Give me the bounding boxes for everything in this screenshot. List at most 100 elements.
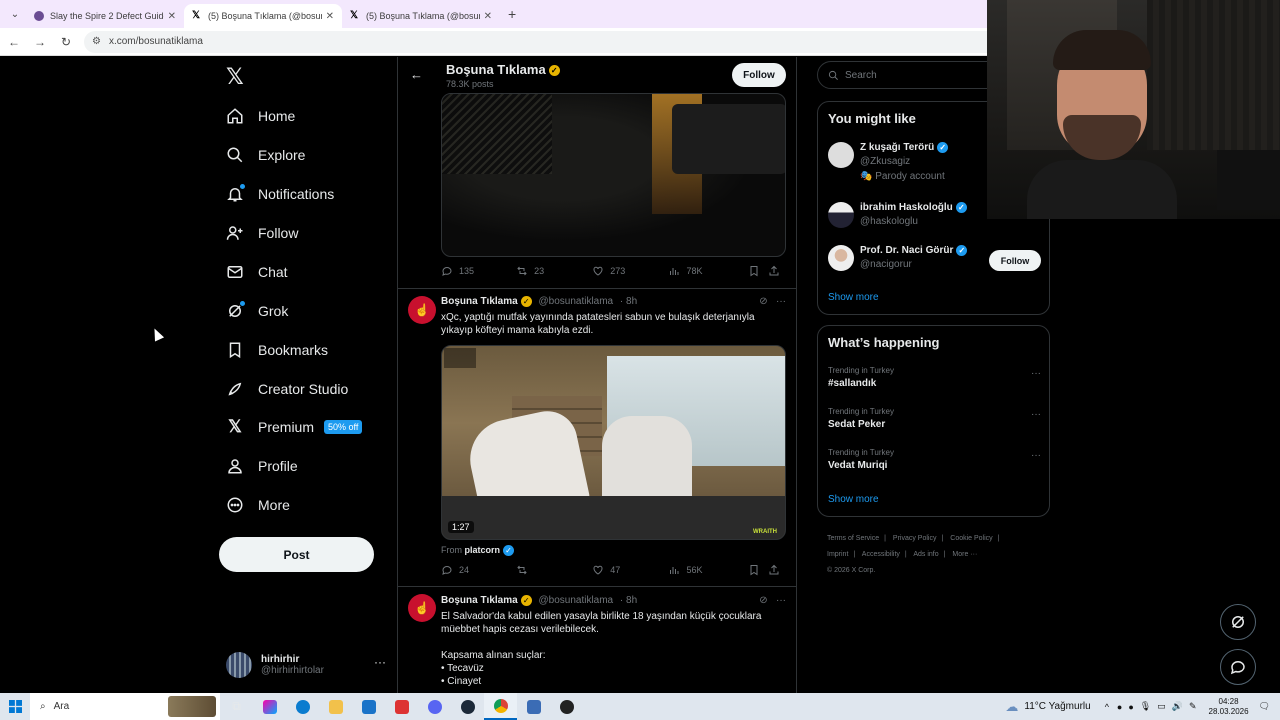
steam-icon[interactable] <box>451 693 484 720</box>
views-button[interactable]: 78K <box>668 265 748 277</box>
tweet-author-name[interactable]: Boşuna Tıklama <box>441 296 518 307</box>
footer-link[interactable]: Accessibility <box>862 551 900 558</box>
share-button[interactable] <box>768 564 786 576</box>
avatar <box>828 142 854 168</box>
x-logo-icon[interactable]: 𝕏 <box>226 65 244 90</box>
close-tab-icon[interactable]: ✕ <box>484 11 492 22</box>
store-icon[interactable] <box>385 693 418 720</box>
task-view-icon[interactable]: ⧉ <box>220 693 253 720</box>
nav-bookmarks[interactable]: Bookmarks <box>226 335 328 365</box>
obs-icon[interactable] <box>550 693 583 720</box>
more-dots-icon[interactable]: ··· <box>1031 368 1041 379</box>
site-info-icon[interactable]: ⚙ <box>92 36 101 47</box>
forward-icon[interactable]: → <box>28 35 52 49</box>
follow-button[interactable]: Follow <box>732 63 786 87</box>
repost-button[interactable]: 23 <box>516 265 592 277</box>
show-more-link[interactable]: Show more <box>828 494 879 505</box>
nav-follow[interactable]: Follow <box>226 218 298 248</box>
reply-button[interactable]: 135 <box>441 265 516 277</box>
browser-tab-active[interactable]: 𝕏 (5) Boşuna Tıklama (@bosunati... ✕ <box>184 4 342 28</box>
footer-link[interactable]: Ads info <box>913 551 938 558</box>
follow-button[interactable]: Follow <box>989 250 1041 271</box>
speaker-icon[interactable]: 🔊 <box>1172 701 1183 712</box>
weather-widget[interactable]: ☁ 11°C Yağmurlu <box>1005 699 1090 715</box>
nav-grok[interactable]: Grok <box>226 296 288 326</box>
windows-start-icon[interactable] <box>0 693 30 720</box>
tray-app-icon[interactable]: ● <box>1128 702 1133 712</box>
nav-creator-studio[interactable]: Creator Studio <box>226 374 348 404</box>
footer-link[interactable]: Imprint <box>827 551 848 558</box>
like-button[interactable]: 273 <box>592 265 668 277</box>
microphone-icon[interactable]: 🎙 <box>1140 701 1151 712</box>
edge-icon[interactable] <box>286 693 319 720</box>
chrome-icon[interactable] <box>484 693 517 720</box>
more-dots-icon[interactable]: ··· <box>1031 409 1041 420</box>
account-switcher[interactable]: hirhirhir @hirhirhirtolar ··· <box>226 647 386 683</box>
nav-explore[interactable]: Explore <box>226 140 305 170</box>
reload-icon[interactable]: ↻ <box>54 35 78 49</box>
back-arrow-icon[interactable]: ← <box>410 67 423 82</box>
grok-floating-button[interactable] <box>1220 604 1256 640</box>
more-dots-icon[interactable]: ··· <box>1031 450 1041 461</box>
browser-tab[interactable]: 𝕏 (5) Boşuna Tıklama (@bosunati... ✕ <box>342 4 500 28</box>
trend-item[interactable]: Trending in Turkey #sallandık ··· <box>828 366 1041 389</box>
nav-home[interactable]: Home <box>226 101 295 131</box>
trend-item[interactable]: Trending in Turkey Vedat Muriqi ··· <box>828 448 1041 471</box>
copilot-icon[interactable] <box>253 693 286 720</box>
footer-link[interactable]: More ··· <box>952 551 977 558</box>
game-launcher-icon[interactable] <box>517 693 550 720</box>
more-dots-icon[interactable]: ··· <box>374 655 386 669</box>
more-dots-icon[interactable]: ··· <box>776 595 786 606</box>
avatar[interactable]: ☝ <box>408 296 436 324</box>
footer-link[interactable]: Privacy Policy <box>893 535 937 542</box>
tweet-author-name[interactable]: Boşuna Tıklama <box>441 595 518 606</box>
grok-icon[interactable]: ⊘ <box>759 296 767 307</box>
taskbar-clock[interactable]: 04:28 28.03.2026 <box>1209 697 1249 717</box>
file-explorer-icon[interactable] <box>319 693 352 720</box>
address-bar[interactable]: ⚙ x.com/bosunatiklama <box>84 30 1064 53</box>
tweet-author-handle[interactable]: @bosunatiklama <box>538 595 613 606</box>
close-tab-icon[interactable]: ✕ <box>326 11 334 22</box>
notification-center-icon[interactable]: 🗨 <box>1259 701 1270 712</box>
tweet-time[interactable]: · 8h <box>620 595 637 606</box>
chevron-up-icon[interactable]: ^ <box>1105 702 1109 712</box>
tweet-author-handle[interactable]: @bosunatiklama <box>538 296 613 307</box>
repost-button[interactable] <box>516 564 592 576</box>
post-button[interactable]: Post <box>219 537 374 572</box>
share-button[interactable] <box>768 265 786 277</box>
network-icon[interactable]: ▭ <box>1157 701 1166 712</box>
tweet-media-image[interactable] <box>441 93 786 257</box>
nav-chat[interactable]: Chat <box>226 257 288 287</box>
discord-icon[interactable] <box>418 693 451 720</box>
avatar[interactable]: ☝ <box>408 594 436 622</box>
tray-app-icon[interactable]: ● <box>1117 702 1122 712</box>
suggested-account[interactable]: Prof. Dr. Naci Görür ✓ @nacigorur Follow <box>828 245 1041 285</box>
taskbar-search[interactable]: ⌕ Ara <box>30 693 220 720</box>
bookmark-button[interactable] <box>748 265 768 277</box>
bookmark-button[interactable] <box>748 564 768 576</box>
grok-icon[interactable]: ⊘ <box>759 595 767 606</box>
tweet-time[interactable]: · 8h <box>620 296 637 307</box>
nav-notifications[interactable]: Notifications <box>226 179 334 209</box>
more-dots-icon[interactable]: ··· <box>776 296 786 307</box>
show-more-link[interactable]: Show more <box>828 292 879 303</box>
new-tab-icon[interactable]: + <box>508 6 516 22</box>
source-account[interactable]: platcorn <box>465 545 501 555</box>
pen-icon[interactable]: ✎ <box>1189 701 1197 712</box>
footer-link[interactable]: Cookie Policy <box>950 535 992 542</box>
outlook-icon[interactable] <box>352 693 385 720</box>
back-icon[interactable]: ← <box>2 35 26 49</box>
reply-button[interactable]: 24 <box>441 564 516 576</box>
nav-more[interactable]: More <box>226 490 290 520</box>
views-button[interactable]: 56K <box>668 564 748 576</box>
like-button[interactable]: 47 <box>592 564 668 576</box>
chat-floating-button[interactable] <box>1220 649 1256 685</box>
nav-profile[interactable]: Profile <box>226 451 298 481</box>
close-tab-icon[interactable]: ✕ <box>168 11 176 22</box>
tab-search-icon[interactable]: ⌄ <box>4 4 26 24</box>
nav-premium[interactable]: 𝕏 Premium 50% off <box>226 412 363 442</box>
footer-link[interactable]: Terms of Service <box>827 535 879 542</box>
browser-tab[interactable]: Slay the Spire 2 Defect Guide - ✕ <box>26 4 184 28</box>
trend-item[interactable]: Trending in Turkey Sedat Peker ··· <box>828 407 1041 430</box>
tweet-video[interactable]: 1:27 WRAITH <box>441 345 786 540</box>
